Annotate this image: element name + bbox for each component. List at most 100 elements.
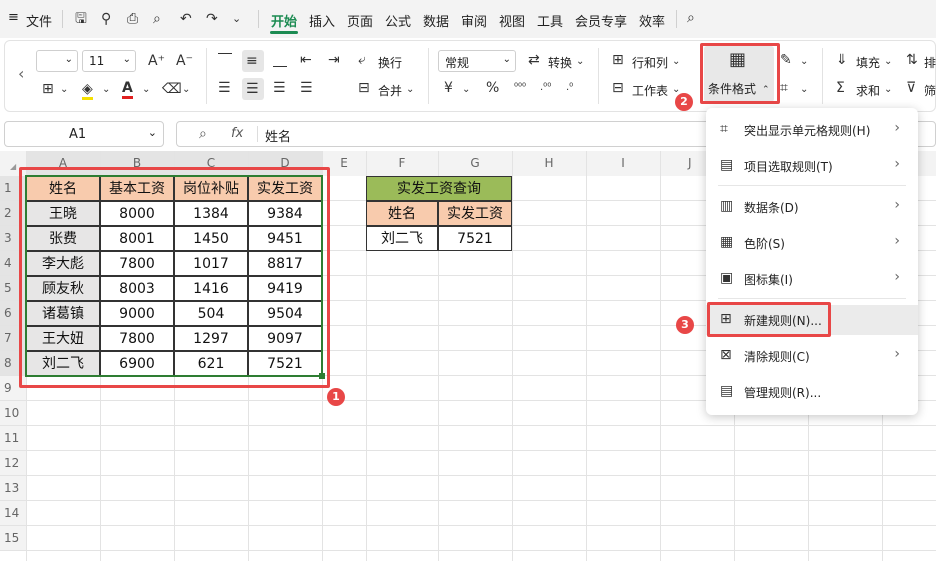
hamburger-menu-icon[interactable]: ≡ <box>8 10 19 25</box>
merge-cells-icon[interactable]: ⊟ <box>358 80 370 96</box>
lookup-salary-value[interactable]: 7521 <box>438 226 512 251</box>
file-menu[interactable]: 文件 <box>26 11 52 30</box>
convert-label[interactable]: 转换 <box>548 54 572 71</box>
currency-icon[interactable]: ¥ <box>444 80 453 96</box>
convert-icon[interactable]: ⇄ <box>528 52 540 68</box>
chevron-down-icon[interactable]: ⌄ <box>672 54 680 70</box>
borders-icon[interactable]: ⊞ <box>42 81 54 97</box>
sort-icon[interactable]: ⇅ <box>906 52 918 68</box>
chevron-down-icon[interactable]: ⌄ <box>406 82 414 98</box>
menu-item-icon-sets[interactable]: ▣ 图标集(I) › <box>706 264 918 294</box>
sum-icon[interactable]: Σ <box>836 80 845 96</box>
font-color-icon[interactable]: A <box>122 80 133 99</box>
cell-border-icon[interactable]: ⌗ <box>780 80 788 96</box>
menu-item-top-bottom-rules[interactable]: ▤ 项目选取规则(T) › <box>706 151 918 181</box>
row-header-10[interactable]: 10 <box>0 401 26 426</box>
row-header-12[interactable]: 12 <box>0 451 26 476</box>
wrap-text-icon[interactable]: ⤶ <box>358 52 366 68</box>
chevron-down-icon[interactable]: ⌄ <box>102 82 110 98</box>
menu-item-manage-rules[interactable]: ▤ 管理规则(R)... <box>706 377 918 407</box>
chevron-down-icon[interactable]: ⌄ <box>884 82 892 98</box>
tab-home[interactable]: 开始 <box>271 11 297 30</box>
tab-tools[interactable]: 工具 <box>537 11 563 30</box>
decrease-font-icon[interactable]: A⁻ <box>176 53 193 69</box>
fill-color-icon[interactable]: ◈ <box>82 81 93 100</box>
align-center-button[interactable]: ☰ <box>242 78 264 100</box>
ribbon-scroll-left-icon[interactable]: ‹ <box>18 66 24 82</box>
filter-icon[interactable]: ⊽ <box>906 80 916 96</box>
save-icon[interactable]: 🖫 <box>75 11 87 27</box>
align-top-icon[interactable]: ⎺ <box>218 52 232 68</box>
worksheet-label[interactable]: 工作表 <box>632 82 668 99</box>
tab-formula[interactable]: 公式 <box>385 11 411 30</box>
brush-icon[interactable]: ⚲ <box>101 11 111 27</box>
lookup-header-salary[interactable]: 实发工资 <box>438 201 512 226</box>
tab-efficiency[interactable]: 效率 <box>639 11 665 30</box>
name-box[interactable]: A1 ⌄ <box>4 121 164 147</box>
chevron-down-icon[interactable]: ⌄ <box>142 82 150 98</box>
eraser-icon[interactable]: ⌫ <box>162 81 182 97</box>
fill-label[interactable]: 填充 <box>856 54 880 71</box>
percent-icon[interactable]: % <box>486 80 499 96</box>
row-header-14[interactable]: 14 <box>0 501 26 526</box>
font-family-select[interactable]: ⌄ <box>36 50 78 72</box>
more-chevron-icon[interactable]: ⌄ <box>232 11 241 27</box>
chevron-down-icon[interactable]: ⌄ <box>60 82 68 98</box>
print-preview-icon[interactable]: ⌕ <box>153 11 161 27</box>
tab-member[interactable]: 会员专享 <box>575 11 627 30</box>
decrease-indent-icon[interactable]: ⇤ <box>300 52 312 68</box>
cell-style-icon[interactable]: ✎ <box>780 52 792 68</box>
font-size-select[interactable]: 11 ⌄ <box>82 50 136 72</box>
zoom-formula-icon[interactable]: ⌕ <box>199 126 207 142</box>
chevron-down-icon[interactable]: ⌄ <box>884 54 892 70</box>
row-col-label[interactable]: 行和列 <box>632 54 668 71</box>
row-header-11[interactable]: 11 <box>0 426 26 451</box>
increase-indent-icon[interactable]: ⇥ <box>328 52 340 68</box>
tab-page[interactable]: 页面 <box>347 11 373 30</box>
number-format-select[interactable]: 常规 ⌄ <box>438 50 516 72</box>
lookup-header-name[interactable]: 姓名 <box>366 201 438 226</box>
align-bottom-icon[interactable]: ⎽ <box>273 52 287 68</box>
undo-icon[interactable]: ↶ <box>180 11 192 27</box>
tab-insert[interactable]: 插入 <box>309 11 335 30</box>
sum-label[interactable]: 求和 <box>856 82 880 99</box>
increase-decimal-icon[interactable]: .⁰⁰ <box>540 80 551 96</box>
lookup-name-value[interactable]: 刘二飞 <box>366 226 438 251</box>
chevron-down-icon[interactable]: ⌄ <box>800 54 808 70</box>
chevron-down-icon[interactable]: ⌄ <box>182 82 190 98</box>
menu-item-highlight-rules[interactable]: ⌗ 突出显示单元格规则(H) › <box>706 115 918 145</box>
redo-icon[interactable]: ↷ <box>206 11 218 27</box>
chevron-down-icon[interactable]: ⌄ <box>462 82 470 98</box>
worksheet-icon[interactable]: ⊟ <box>612 80 624 96</box>
sort-label[interactable]: 排 <box>924 54 936 71</box>
filter-label[interactable]: 筛 <box>924 82 936 99</box>
fill-down-icon[interactable]: ⇓ <box>836 52 848 68</box>
chevron-down-icon[interactable]: ⌄ <box>576 54 584 70</box>
tab-view[interactable]: 视图 <box>499 11 525 30</box>
column-header-i[interactable]: I <box>586 151 660 176</box>
tab-review[interactable]: 审阅 <box>461 11 487 30</box>
row-header-13[interactable]: 13 <box>0 476 26 501</box>
wrap-text-label[interactable]: 换行 <box>378 54 402 71</box>
menu-item-color-scales[interactable]: ▦ 色阶(S) › <box>706 228 918 258</box>
row-col-icon[interactable]: ⊞ <box>612 52 624 68</box>
row-header-15[interactable]: 15 <box>0 526 26 551</box>
merge-label[interactable]: 合并 <box>378 82 402 99</box>
justify-icon[interactable]: ☰ <box>300 80 313 96</box>
align-left-icon[interactable]: ☰ <box>218 80 231 96</box>
lookup-title[interactable]: 实发工资查询 <box>366 176 512 201</box>
increase-font-icon[interactable]: A⁺ <box>148 53 165 69</box>
column-header-g[interactable]: G <box>438 151 512 176</box>
column-header-f[interactable]: F <box>366 151 438 176</box>
align-right-icon[interactable]: ☰ <box>273 80 286 96</box>
menu-item-clear-rules[interactable]: ⊠ 清除规则(C) › <box>706 341 918 371</box>
thousands-separator-icon[interactable]: ⁰⁰⁰ <box>514 80 526 96</box>
align-middle-button[interactable]: ≡ <box>242 50 264 72</box>
search-icon[interactable]: ⌕ <box>687 10 695 26</box>
chevron-down-icon[interactable]: ⌄ <box>800 82 808 98</box>
fx-icon[interactable]: fx <box>231 126 243 141</box>
print-icon[interactable]: ⎙ <box>127 11 138 27</box>
decrease-decimal-icon[interactable]: .⁰ <box>566 80 573 96</box>
tab-data[interactable]: 数据 <box>423 11 449 30</box>
menu-item-data-bars[interactable]: ▥ 数据条(D) › <box>706 192 918 222</box>
